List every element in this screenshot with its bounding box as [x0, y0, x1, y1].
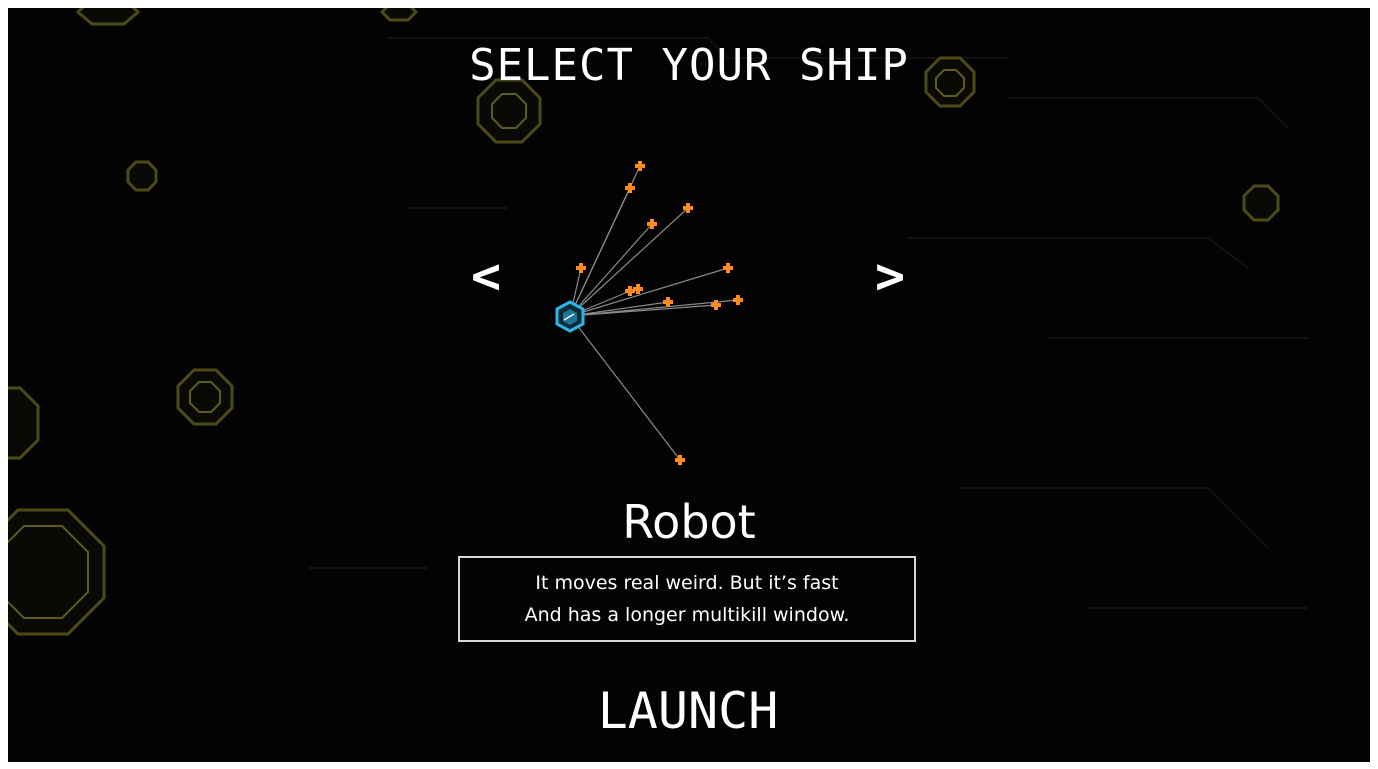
orange-cross-spark-icon [675, 455, 685, 465]
orange-cross-spark-icon [663, 297, 673, 307]
orange-cross-spark-icon [625, 183, 635, 193]
ship-select-screen: SELECT YOUR SHIP < > Robot It moves real… [8, 8, 1370, 762]
ship-description-line: And has a longer multikill window. [524, 604, 850, 626]
ship-preview [555, 161, 743, 465]
ship-description-line: It moves real weird. But it’s fast [535, 572, 839, 594]
orange-cross-spark-icon [733, 295, 743, 305]
launch-button[interactable]: LAUNCH [568, 680, 808, 742]
orange-cross-spark-icon [635, 161, 645, 171]
ship-description-panel: It moves real weird. But it’s fast And h… [458, 556, 916, 642]
ship-name: Robot [622, 495, 756, 549]
orange-cross-spark-icon [576, 263, 586, 273]
tether-lines [569, 165, 739, 461]
hexagon-ship-icon [555, 300, 585, 333]
orange-cross-spark-icon [723, 263, 733, 273]
